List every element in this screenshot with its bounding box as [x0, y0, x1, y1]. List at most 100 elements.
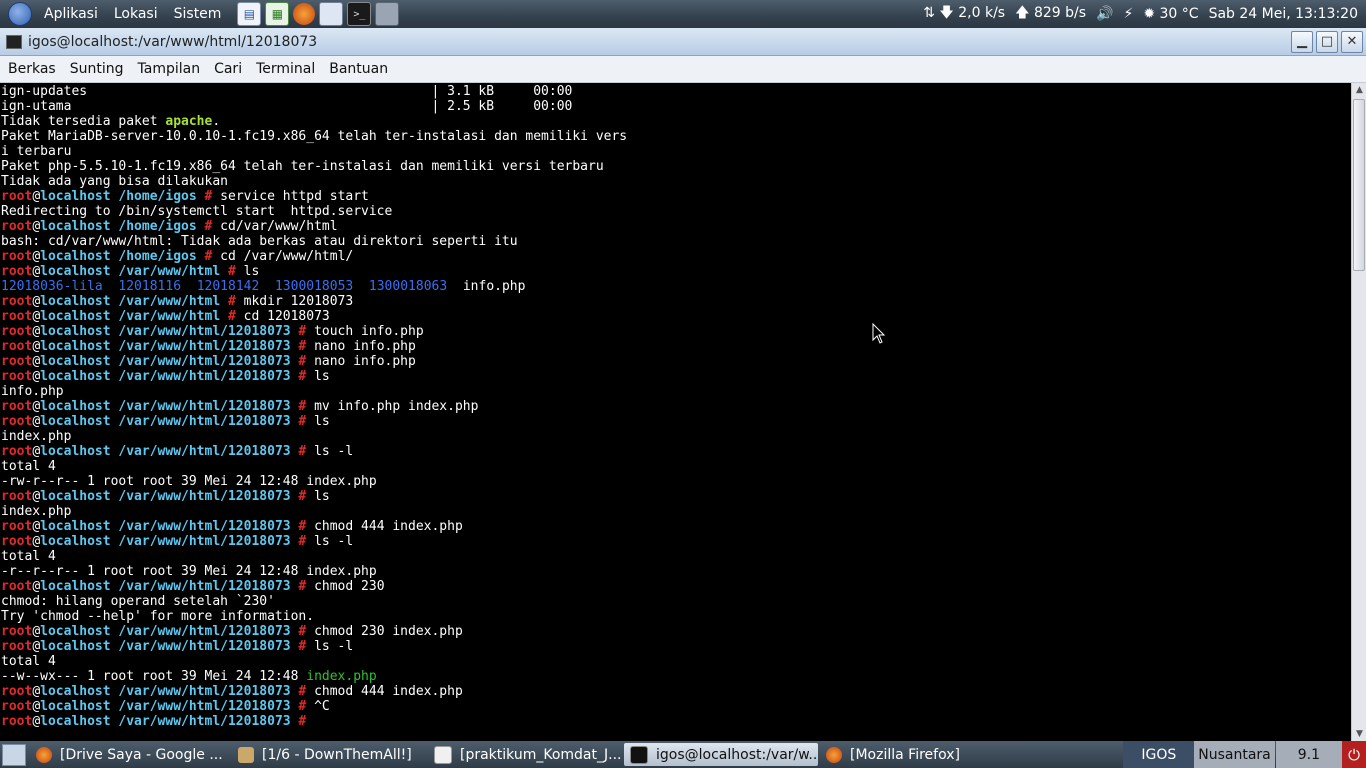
terminal-text: ign-updates | 3.1 kB 00:00	[1, 84, 573, 99]
terminal-line: root@localhost /var/www/html/12018073 # …	[1, 624, 1351, 639]
terminal-line: root@localhost /home/igos # service http…	[1, 189, 1351, 204]
network-cable-icon[interactable]: ⚡	[1123, 6, 1133, 22]
terminal-text: root	[1, 714, 33, 729]
terminal-text: localhost /var/www/html/12018073	[40, 354, 291, 369]
terminal-text: root	[1, 624, 33, 639]
terminal-menubar: Berkas Sunting Tampilan Cari Terminal Ba…	[0, 56, 1366, 83]
terminal-text: localhost /home/igos	[40, 249, 197, 264]
terminal-text: Tidak tersedia paket	[1, 114, 166, 129]
terminal-text: localhost /var/www/html/12018073	[40, 534, 291, 549]
menu-terminal[interactable]: Terminal	[249, 61, 322, 77]
terminal-text: #	[290, 534, 315, 549]
task-mozilla-firefox[interactable]: [Mozilla Firefox]	[820, 743, 1014, 766]
terminal-text: --w--wx--- 1 root root 39 Mei 24 12:48	[1, 669, 307, 684]
download-arrow-icon: 🡇	[939, 5, 954, 21]
terminal-text: localhost /var/www/html/12018073	[40, 684, 291, 699]
window-title-bar[interactable]: igos@localhost:/var/www/html/12018073 ▁ …	[0, 28, 1366, 56]
terminal-text: -r--r--r-- 1 root root 39 Mei 24 12:48 i…	[1, 564, 377, 579]
menu-aplikasi[interactable]: Aplikasi	[36, 6, 106, 22]
terminal-line: ign-updates | 3.1 kB 00:00	[1, 84, 1351, 99]
weather[interactable]: ✹ 30 °C	[1143, 6, 1198, 22]
terminal-text: chmod 230	[314, 579, 385, 594]
terminal-text: info.php	[1, 384, 64, 399]
terminal-window-icon	[6, 34, 22, 49]
terminal-text: nano info.php	[314, 354, 416, 369]
menu-sunting[interactable]: Sunting	[63, 61, 131, 77]
power-icon[interactable]: ⏻	[1342, 741, 1366, 768]
terminal-text: mv info.php index.php	[314, 399, 479, 414]
task-drive-google[interactable]: [Drive Saya - Google ...	[30, 743, 230, 766]
scroll-down-icon[interactable]: ▼	[1352, 727, 1366, 741]
show-desktop-icon[interactable]	[2, 743, 26, 766]
terminal-text: #	[196, 249, 221, 264]
mouse-pointer-icon	[872, 323, 886, 344]
terminal-text: @	[32, 309, 41, 324]
igos-logo-icon[interactable]	[8, 2, 32, 26]
terminal-text: #	[290, 414, 315, 429]
maximize-button[interactable]: □	[1316, 30, 1338, 53]
task-praktikum-document[interactable]: [praktikum_Komdat_J...	[428, 743, 622, 766]
terminal-text: @	[32, 579, 41, 594]
terminal-text: chmod 230 index.php	[314, 624, 463, 639]
terminal-line: -rw-r--r-- 1 root root 39 Mei 24 12:48 i…	[1, 474, 1351, 489]
screenshot-launcher-icon[interactable]	[375, 2, 400, 26]
terminal-text: @	[32, 189, 41, 204]
terminal-line: root@localhost /home/igos # cd/var/www/h…	[1, 219, 1351, 234]
weather-icon: ✹	[1143, 6, 1156, 22]
network-monitor[interactable]: ⇅ 🡇 2,0 k/s	[923, 2, 1005, 26]
task-terminal[interactable]: igos@localhost:/var/w...	[624, 743, 818, 766]
window-controls: ▁ □ ✕	[1291, 30, 1366, 53]
terminal-text: apache	[165, 114, 213, 129]
terminal-text: localhost /var/www/html/12018073	[40, 444, 291, 459]
menu-sistem[interactable]: Sistem	[166, 6, 230, 22]
terminal-line: Paket php-5.5.10-1.fc19.x86_64 telah ter…	[1, 159, 1351, 174]
task-label: [Drive Saya - Google ...	[60, 746, 223, 763]
firefox-launcher-icon[interactable]	[293, 3, 316, 25]
menu-tampilan[interactable]: Tampilan	[131, 61, 208, 77]
terminal-text: ign-utama | 2.5 kB 00:00	[1, 99, 573, 114]
clock[interactable]: Sab 24 Mei, 13:13:20	[1209, 6, 1358, 22]
terminal-text: @	[32, 699, 41, 714]
terminal-text: localhost /var/www/html/12018073	[40, 579, 291, 594]
firefox-icon	[36, 746, 52, 763]
terminal-text: @	[32, 324, 41, 339]
task-downthemall[interactable]: [1/6 - DownThemAll!]	[232, 743, 426, 766]
terminal-text: 1300018063	[368, 279, 448, 294]
terminal-text: @	[32, 519, 41, 534]
menu-bantuan[interactable]: Bantuan	[322, 61, 395, 77]
terminal-launcher-icon[interactable]: >_	[347, 2, 372, 26]
launchers: ▤ ▦ >_	[237, 2, 400, 26]
terminal-line: root@localhost /var/www/html/12018073 # …	[1, 489, 1351, 504]
terminal-text: @	[32, 444, 41, 459]
close-button[interactable]: ✕	[1341, 30, 1363, 53]
terminal-text: @	[32, 414, 41, 429]
scrollbar-thumb[interactable]	[1353, 99, 1365, 271]
keyboard-indicator[interactable]: IGOS	[1123, 741, 1195, 768]
terminal-text: #	[196, 219, 221, 234]
terminal-text: root	[1, 309, 33, 324]
terminal-text: root	[1, 519, 33, 534]
menu-lokasi[interactable]: Lokasi	[106, 6, 166, 22]
terminal-text: @	[32, 489, 41, 504]
writer-launcher-icon[interactable]: ▤	[237, 2, 262, 26]
terminal-text: localhost /var/www/html	[40, 309, 221, 324]
terminal-text: @	[32, 624, 41, 639]
file-manager-launcher-icon[interactable]	[319, 2, 344, 26]
keyboard-layout[interactable]: Nusantara	[1194, 741, 1275, 768]
terminal-text: cd /var/www/html/	[220, 249, 354, 264]
terminal-text: @	[32, 714, 41, 729]
terminal-output[interactable]: ign-updates | 3.1 kB 00:00 ign-utama | 2.…	[0, 83, 1351, 741]
terminal-text: localhost /var/www/html/12018073	[40, 519, 291, 534]
spreadsheet-launcher-icon[interactable]: ▦	[265, 2, 290, 26]
scroll-up-icon[interactable]: ▲	[1352, 83, 1366, 97]
menu-berkas[interactable]: Berkas	[0, 61, 63, 77]
terminal-line: Tidak tersedia paket apache.	[1, 114, 1351, 129]
terminal-text: @	[32, 684, 41, 699]
minimize-button[interactable]: ▁	[1291, 30, 1313, 53]
terminal-scrollbar[interactable]: ▲ ▼	[1351, 83, 1366, 741]
menu-cari[interactable]: Cari	[207, 61, 249, 77]
terminal-text: root	[1, 444, 33, 459]
volume-icon[interactable]: 🔊	[1096, 6, 1113, 22]
terminal-line: root@localhost /home/igos # cd /var/www/…	[1, 249, 1351, 264]
close-icon: ✕	[1346, 34, 1358, 49]
